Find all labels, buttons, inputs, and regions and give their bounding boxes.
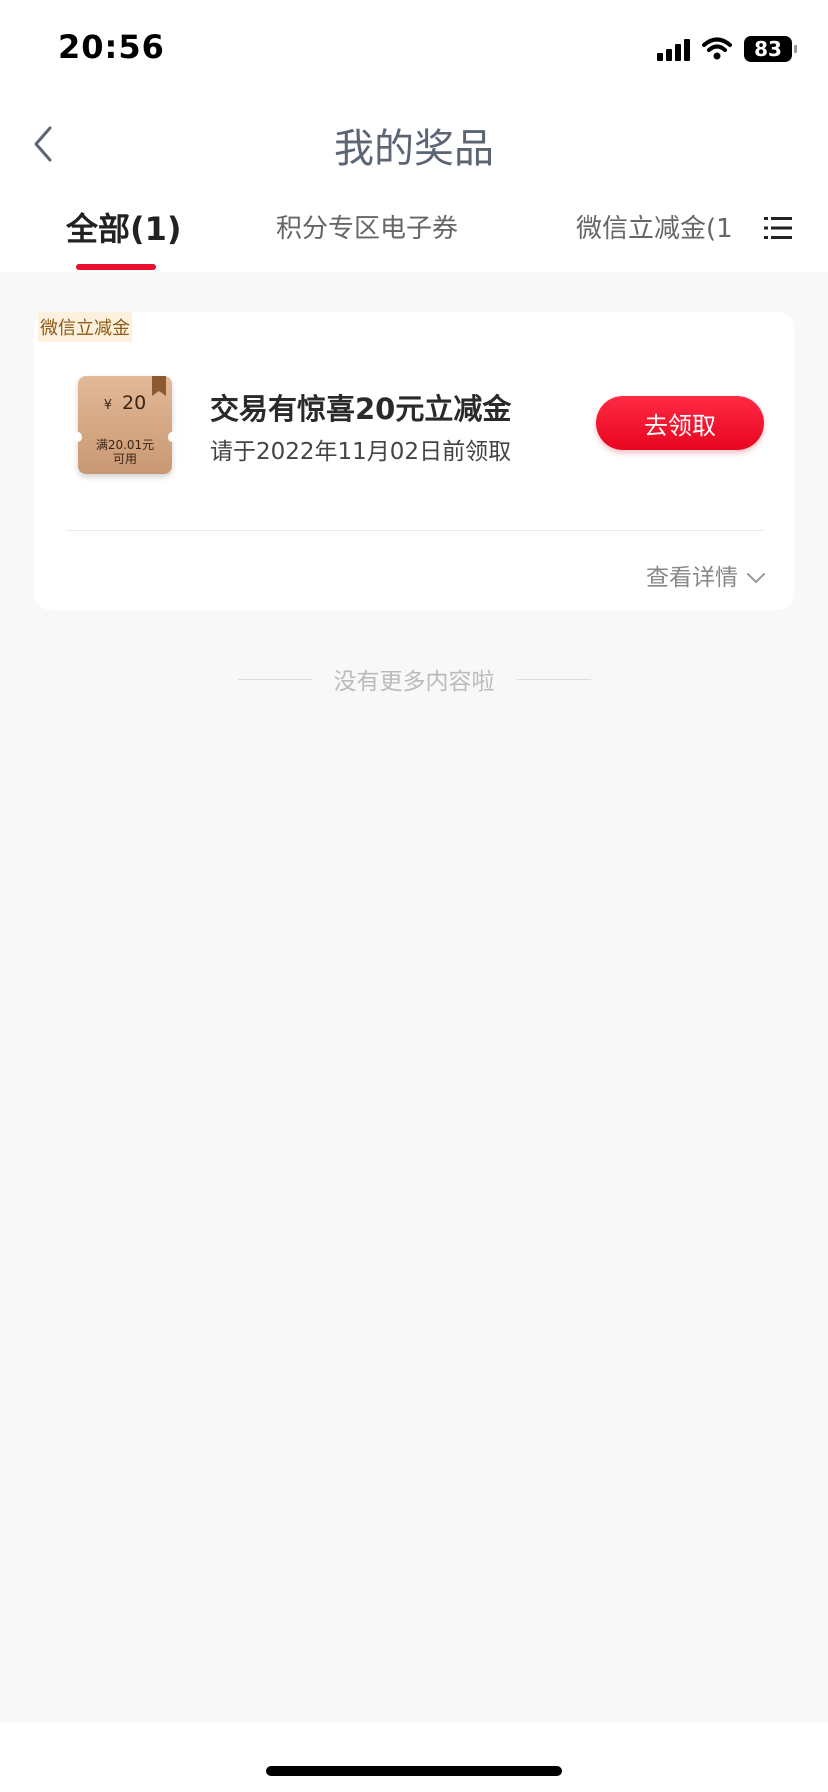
status-icons: 83 [657, 36, 797, 62]
tab-points-coupons[interactable]: 积分专区电子券 [276, 208, 458, 245]
voucher-amount: ¥20 [78, 392, 172, 414]
end-of-list-note: 没有更多内容啦 [0, 662, 828, 696]
view-details-label: 查看详情 [646, 565, 738, 591]
voucher-condition-line2: 可用 [112, 452, 137, 466]
tab-all[interactable]: 全部(1) [66, 204, 182, 250]
tab-wechat-discount[interactable]: 微信立减金(1) [576, 208, 734, 245]
bottom-safe-area [0, 1722, 828, 1792]
status-time: 20:56 [58, 28, 165, 66]
divider-line-right [516, 678, 591, 680]
voucher-currency: ¥ [103, 398, 113, 413]
battery-icon: 83 [744, 36, 797, 62]
voucher-condition-line1: 满20.01元 [95, 438, 155, 452]
voucher-value: 20 [122, 392, 147, 414]
claim-button[interactable]: 去领取 [596, 396, 764, 450]
prize-type-tag: 微信立减金 [38, 312, 132, 342]
home-indicator[interactable] [266, 1766, 562, 1776]
divider-line-left [237, 678, 312, 680]
prize-title: 交易有惊喜20元立减金 [210, 392, 512, 426]
page-title: 我的奖品 [334, 126, 494, 172]
card-divider [66, 530, 764, 531]
chevron-down-icon [747, 573, 765, 583]
view-details-link[interactable]: 查看详情 [646, 558, 766, 592]
voucher-image: ¥20 满20.01元 可用 [74, 376, 176, 474]
wifi-icon [702, 37, 732, 60]
list-icon[interactable] [764, 214, 792, 242]
end-of-list-text: 没有更多内容啦 [333, 669, 495, 695]
tab-active-indicator [76, 264, 156, 270]
voucher-condition: 满20.01元 可用 [78, 438, 172, 466]
signal-icon [657, 37, 690, 61]
prize-deadline: 请于2022年11月02日前领取 [210, 439, 512, 465]
prize-card: 微信立减金 ¥20 满20.01元 可用 交易有惊喜20元立减金 请于2022年… [34, 312, 794, 610]
